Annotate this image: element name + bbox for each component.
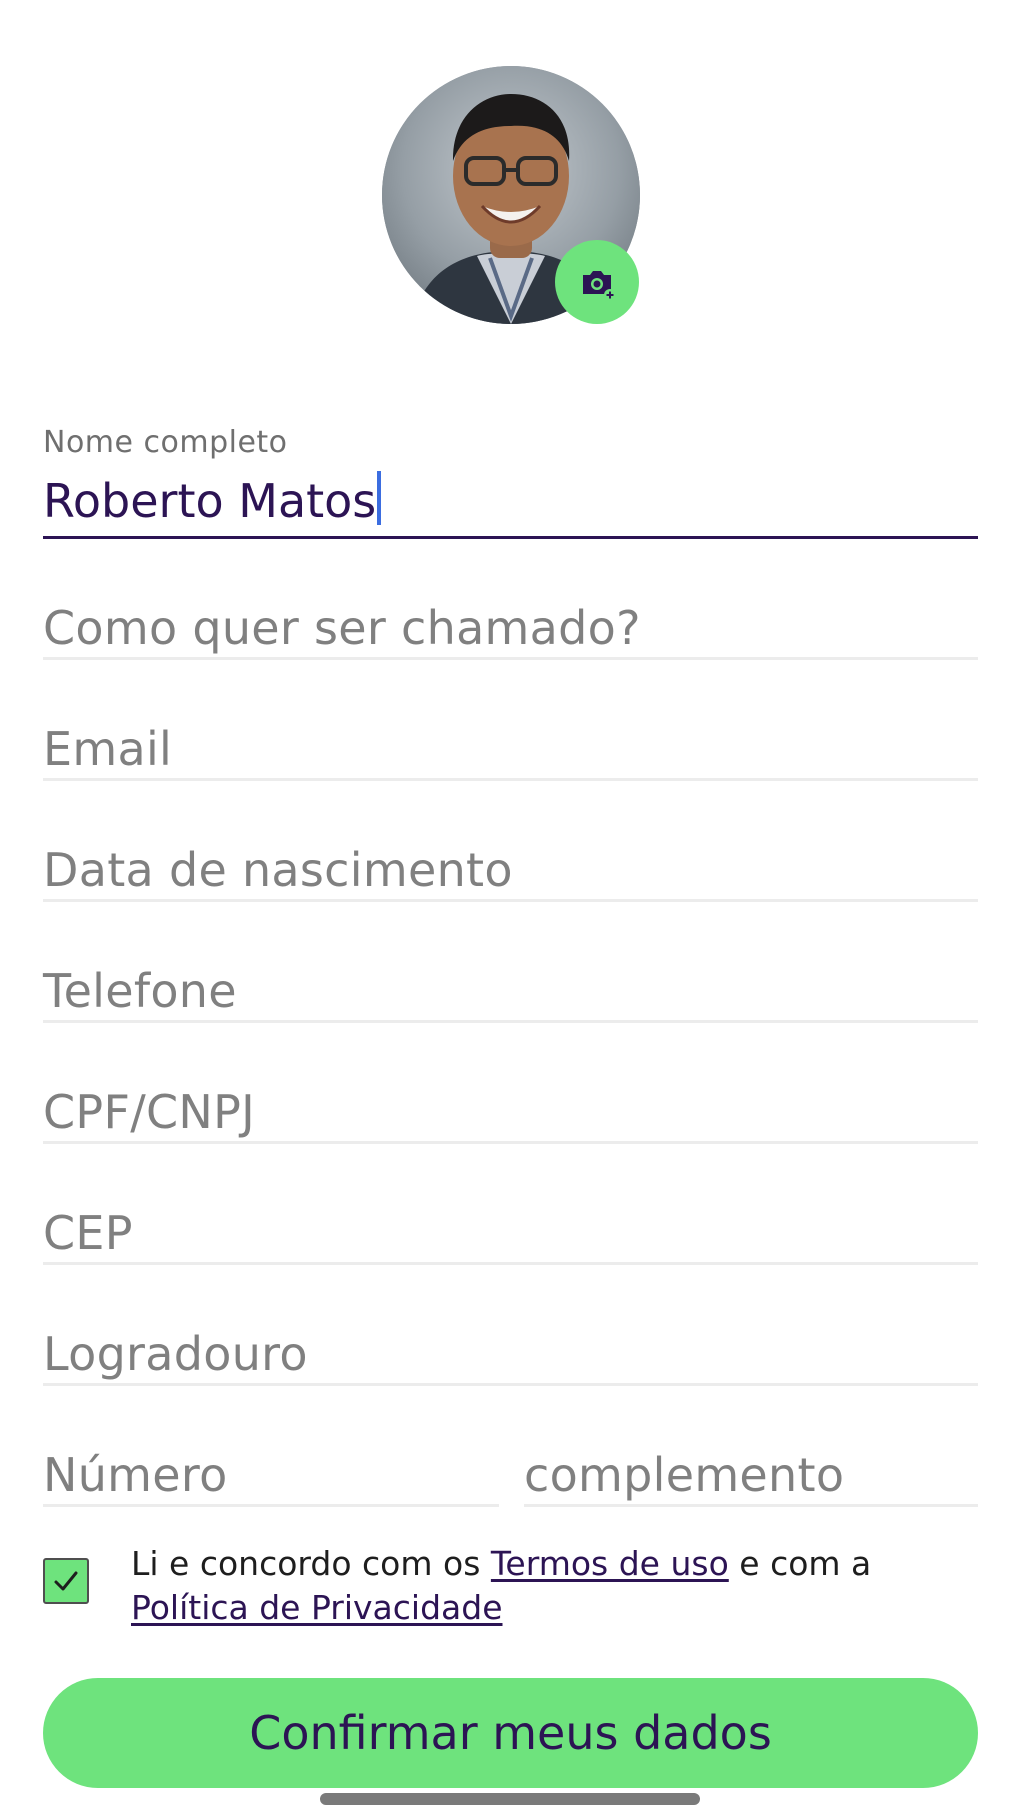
- confirm-button[interactable]: Confirmar meus dados: [43, 1678, 978, 1788]
- phone-input[interactable]: Telefone: [43, 964, 237, 1018]
- complement-field[interactable]: complemento: [524, 1428, 978, 1508]
- zip-input[interactable]: CEP: [43, 1206, 133, 1260]
- camera-add-icon: [583, 271, 616, 301]
- text-caret: [377, 471, 382, 525]
- birth-date-input[interactable]: Data de nascimento: [43, 843, 513, 897]
- phone-field[interactable]: Telefone: [43, 944, 978, 1024]
- terms-of-use-link[interactable]: Termos de uso: [491, 1544, 729, 1583]
- street-input[interactable]: Logradouro: [43, 1327, 308, 1381]
- full-name-value: Roberto Matos: [43, 474, 377, 528]
- terms-checkbox[interactable]: [43, 1558, 89, 1604]
- full-name-underline: [43, 536, 978, 539]
- email-underline: [43, 778, 978, 781]
- birth-date-field[interactable]: Data de nascimento: [43, 823, 978, 903]
- street-underline: [43, 1383, 978, 1386]
- nickname-underline: [43, 657, 978, 660]
- document-underline: [43, 1141, 978, 1144]
- number-underline: [43, 1504, 499, 1507]
- terms-middle: e com a: [728, 1544, 872, 1583]
- checkmark-icon: [54, 1571, 78, 1591]
- phone-underline: [43, 1020, 978, 1023]
- number-input[interactable]: Número: [43, 1448, 228, 1502]
- document-field[interactable]: CPF/CNPJ: [43, 1065, 978, 1145]
- complement-underline: [524, 1504, 978, 1507]
- number-field[interactable]: Número: [43, 1428, 499, 1508]
- avatar-container: [382, 66, 640, 324]
- nickname-field[interactable]: Como quer ser chamado?: [43, 581, 978, 661]
- nickname-input[interactable]: Como quer ser chamado?: [43, 601, 641, 655]
- terms-text: Li e concordo com os Termos de uso e com…: [131, 1542, 983, 1630]
- email-field[interactable]: Email: [43, 702, 978, 782]
- privacy-policy-link[interactable]: Política de Privacidade: [131, 1588, 503, 1627]
- zip-underline: [43, 1262, 978, 1265]
- full-name-field[interactable]: Nome completo Roberto Matos: [43, 425, 978, 541]
- complement-input[interactable]: complemento: [524, 1448, 844, 1502]
- street-field[interactable]: Logradouro: [43, 1307, 978, 1387]
- document-input[interactable]: CPF/CNPJ: [43, 1085, 255, 1139]
- full-name-input[interactable]: Roberto Matos: [43, 471, 382, 528]
- email-input[interactable]: Email: [43, 722, 172, 776]
- birth-date-underline: [43, 899, 978, 902]
- terms-prefix: Li e concordo com os: [131, 1544, 491, 1583]
- terms-agreement: Li e concordo com os Termos de uso e com…: [43, 1542, 983, 1627]
- full-name-label: Nome completo: [43, 425, 288, 460]
- home-indicator: [320, 1793, 700, 1805]
- zip-field[interactable]: CEP: [43, 1186, 978, 1266]
- change-photo-button[interactable]: [555, 240, 639, 324]
